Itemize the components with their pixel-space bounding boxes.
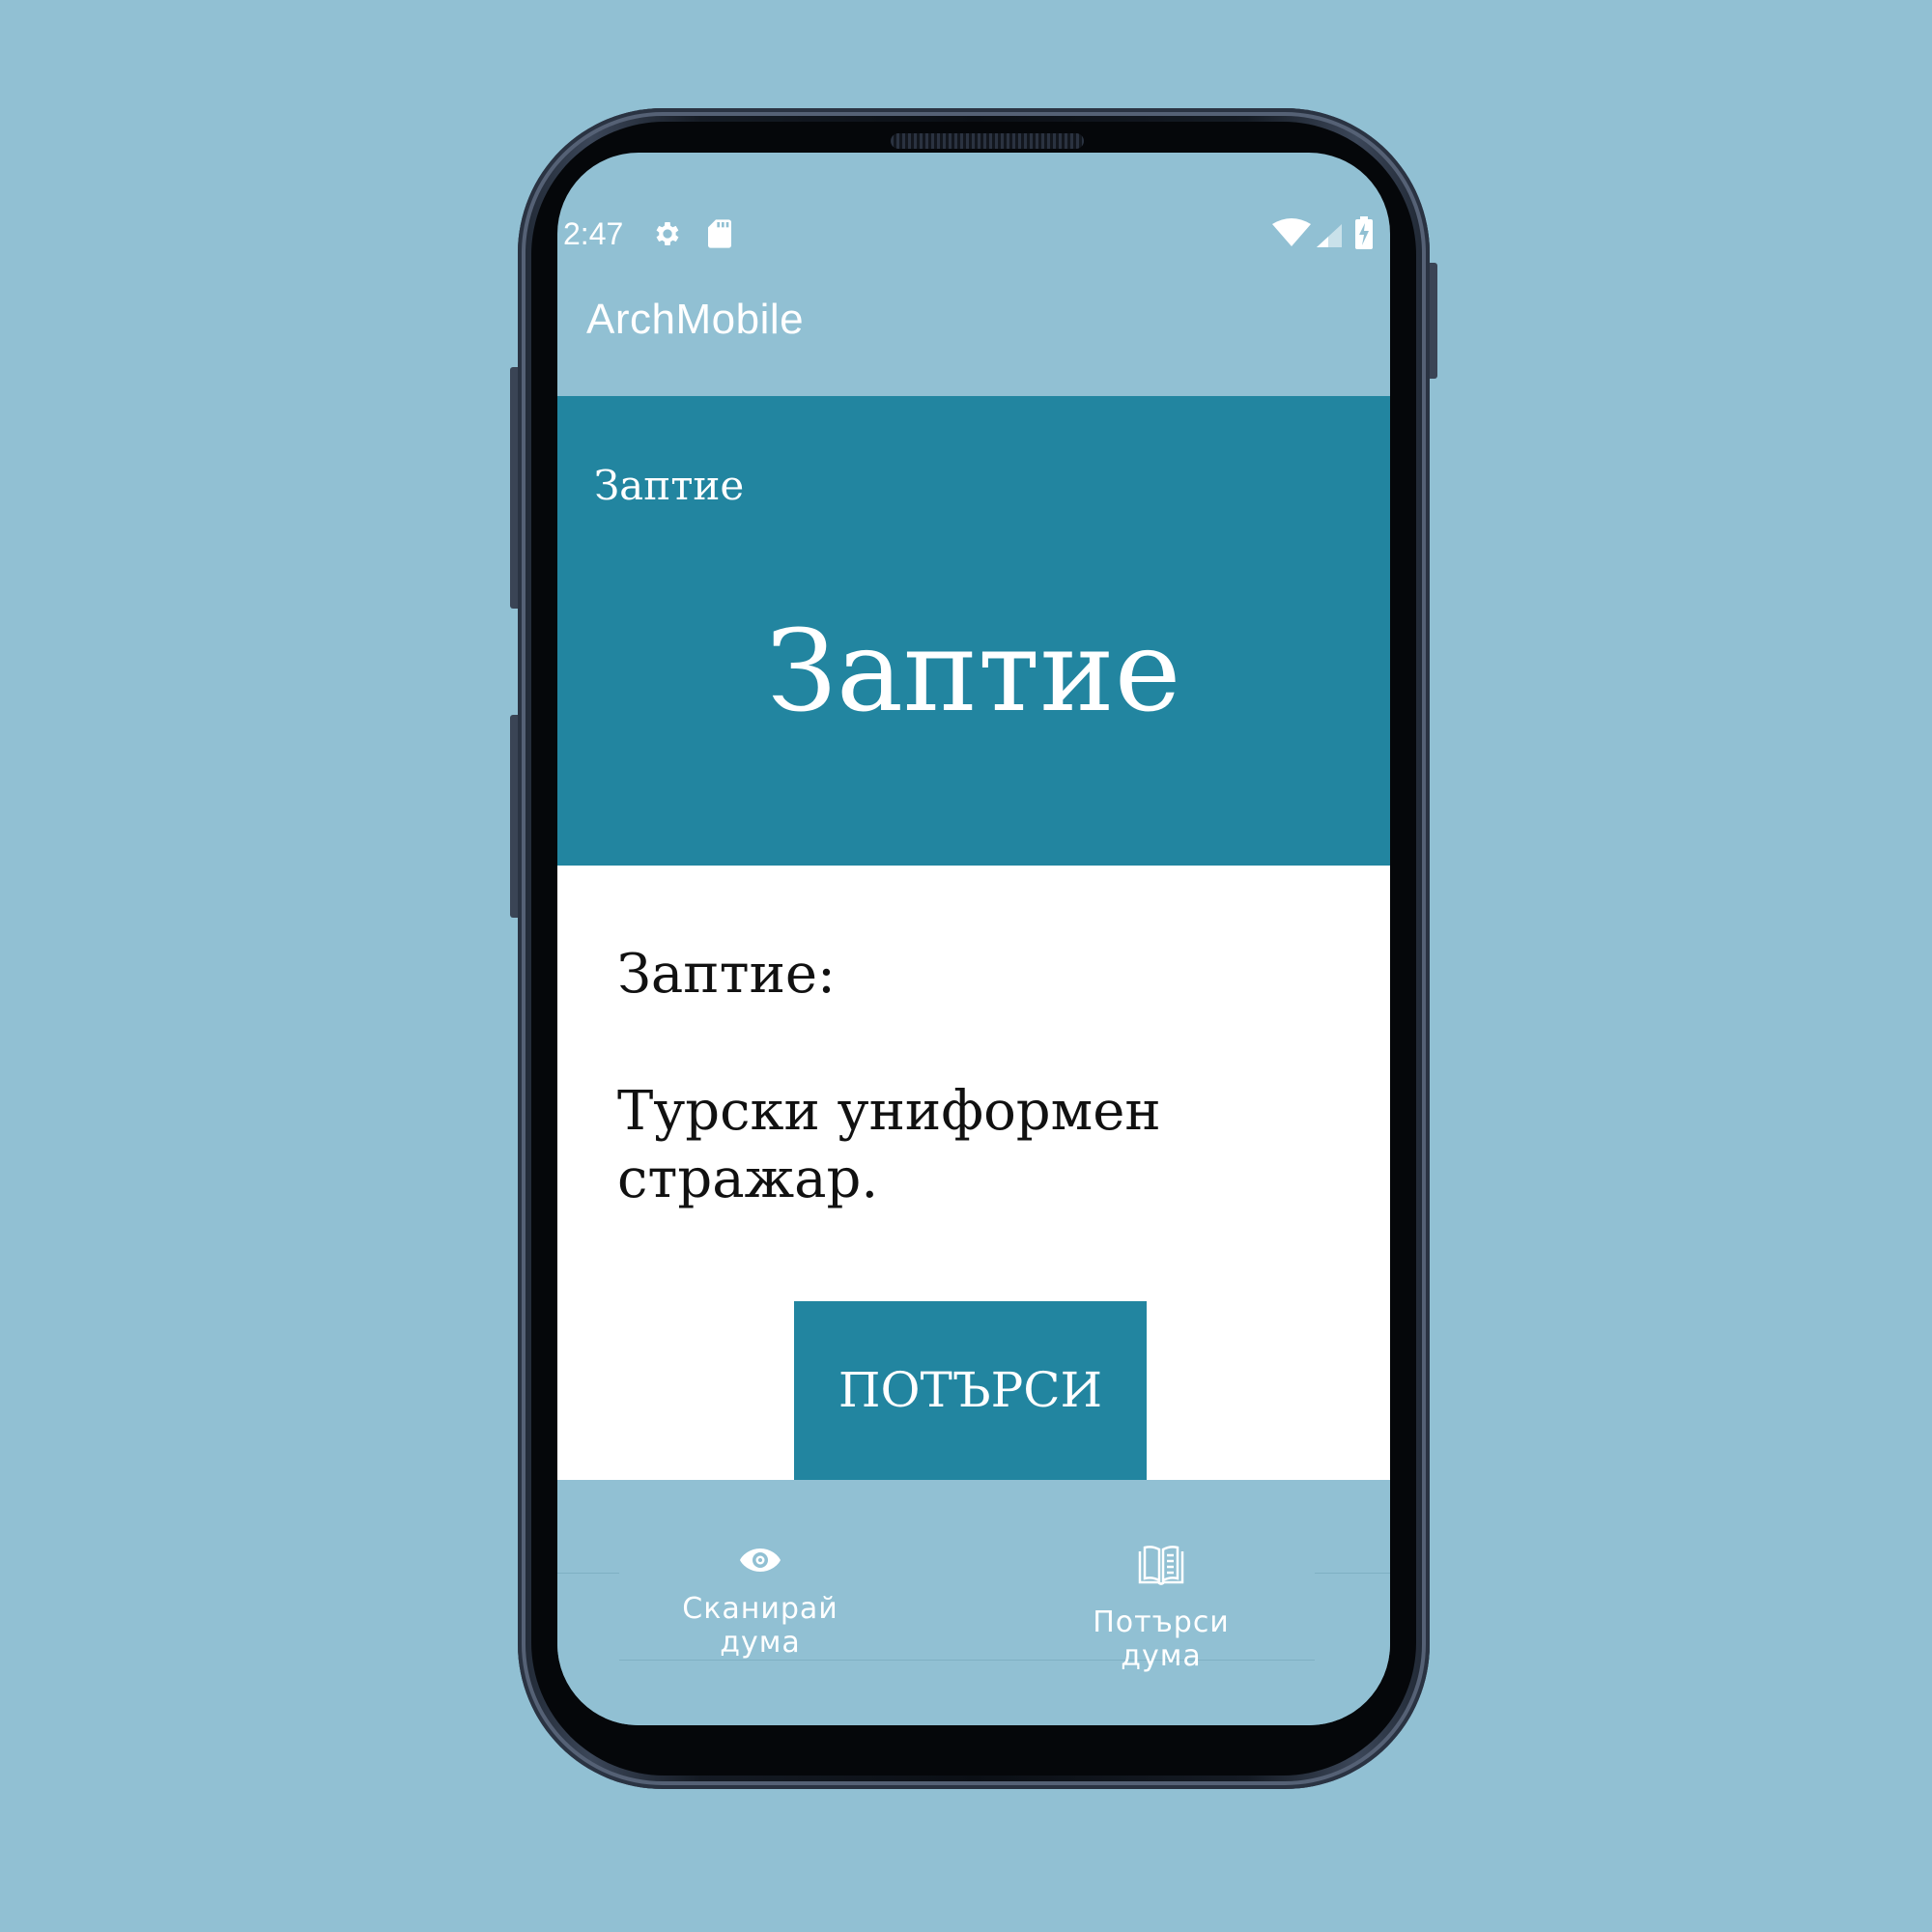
nav-divider [1315, 1573, 1390, 1574]
earpiece-speaker [891, 133, 1084, 149]
word-header-panel: Заптие Заптие [557, 396, 1390, 866]
power-button [510, 715, 518, 918]
definition-term: Заптие: [617, 943, 836, 1006]
phone-screen: 2:47 ArchMobile Заптие Заптие Заптие: Ту… [557, 153, 1390, 1725]
volume-button [510, 367, 518, 609]
status-time: 2:47 [563, 216, 624, 251]
book-icon [1060, 1544, 1263, 1590]
header-word-large: Заптие [766, 607, 1181, 737]
battery-charging-icon [1355, 216, 1373, 253]
eye-icon [644, 1548, 876, 1577]
status-bar: 2:47 [557, 153, 1390, 317]
nav-divider [557, 1573, 619, 1574]
gear-icon [652, 218, 683, 253]
nav-label-search-word: Потърси дума [1093, 1605, 1230, 1673]
nav-label-scan-word: Сканирай дума [682, 1592, 838, 1660]
nav-item-search-word[interactable]: Потърси дума [1060, 1544, 1263, 1673]
search-button[interactable]: ПОТЪРСИ [794, 1301, 1147, 1480]
side-key [1430, 263, 1437, 379]
sd-card-icon [708, 218, 731, 253]
app-title: ArchMobile [586, 296, 805, 343]
nav-item-scan-word[interactable]: Сканирай дума [644, 1548, 876, 1660]
header-word-small: Заптие [594, 462, 745, 509]
definition-panel: Заптие: Турски униформен стражар. ПОТЪРС… [557, 866, 1390, 1480]
wifi-icon [1272, 218, 1311, 251]
definition-text: Турски униформен стражар. [617, 1080, 1161, 1210]
cell-signal-icon [1317, 224, 1342, 251]
bottom-navigation: Сканирай дума Потърси дума [557, 1480, 1390, 1725]
stage: 2:47 ArchMobile Заптие Заптие Заптие: Ту… [0, 0, 1932, 1932]
